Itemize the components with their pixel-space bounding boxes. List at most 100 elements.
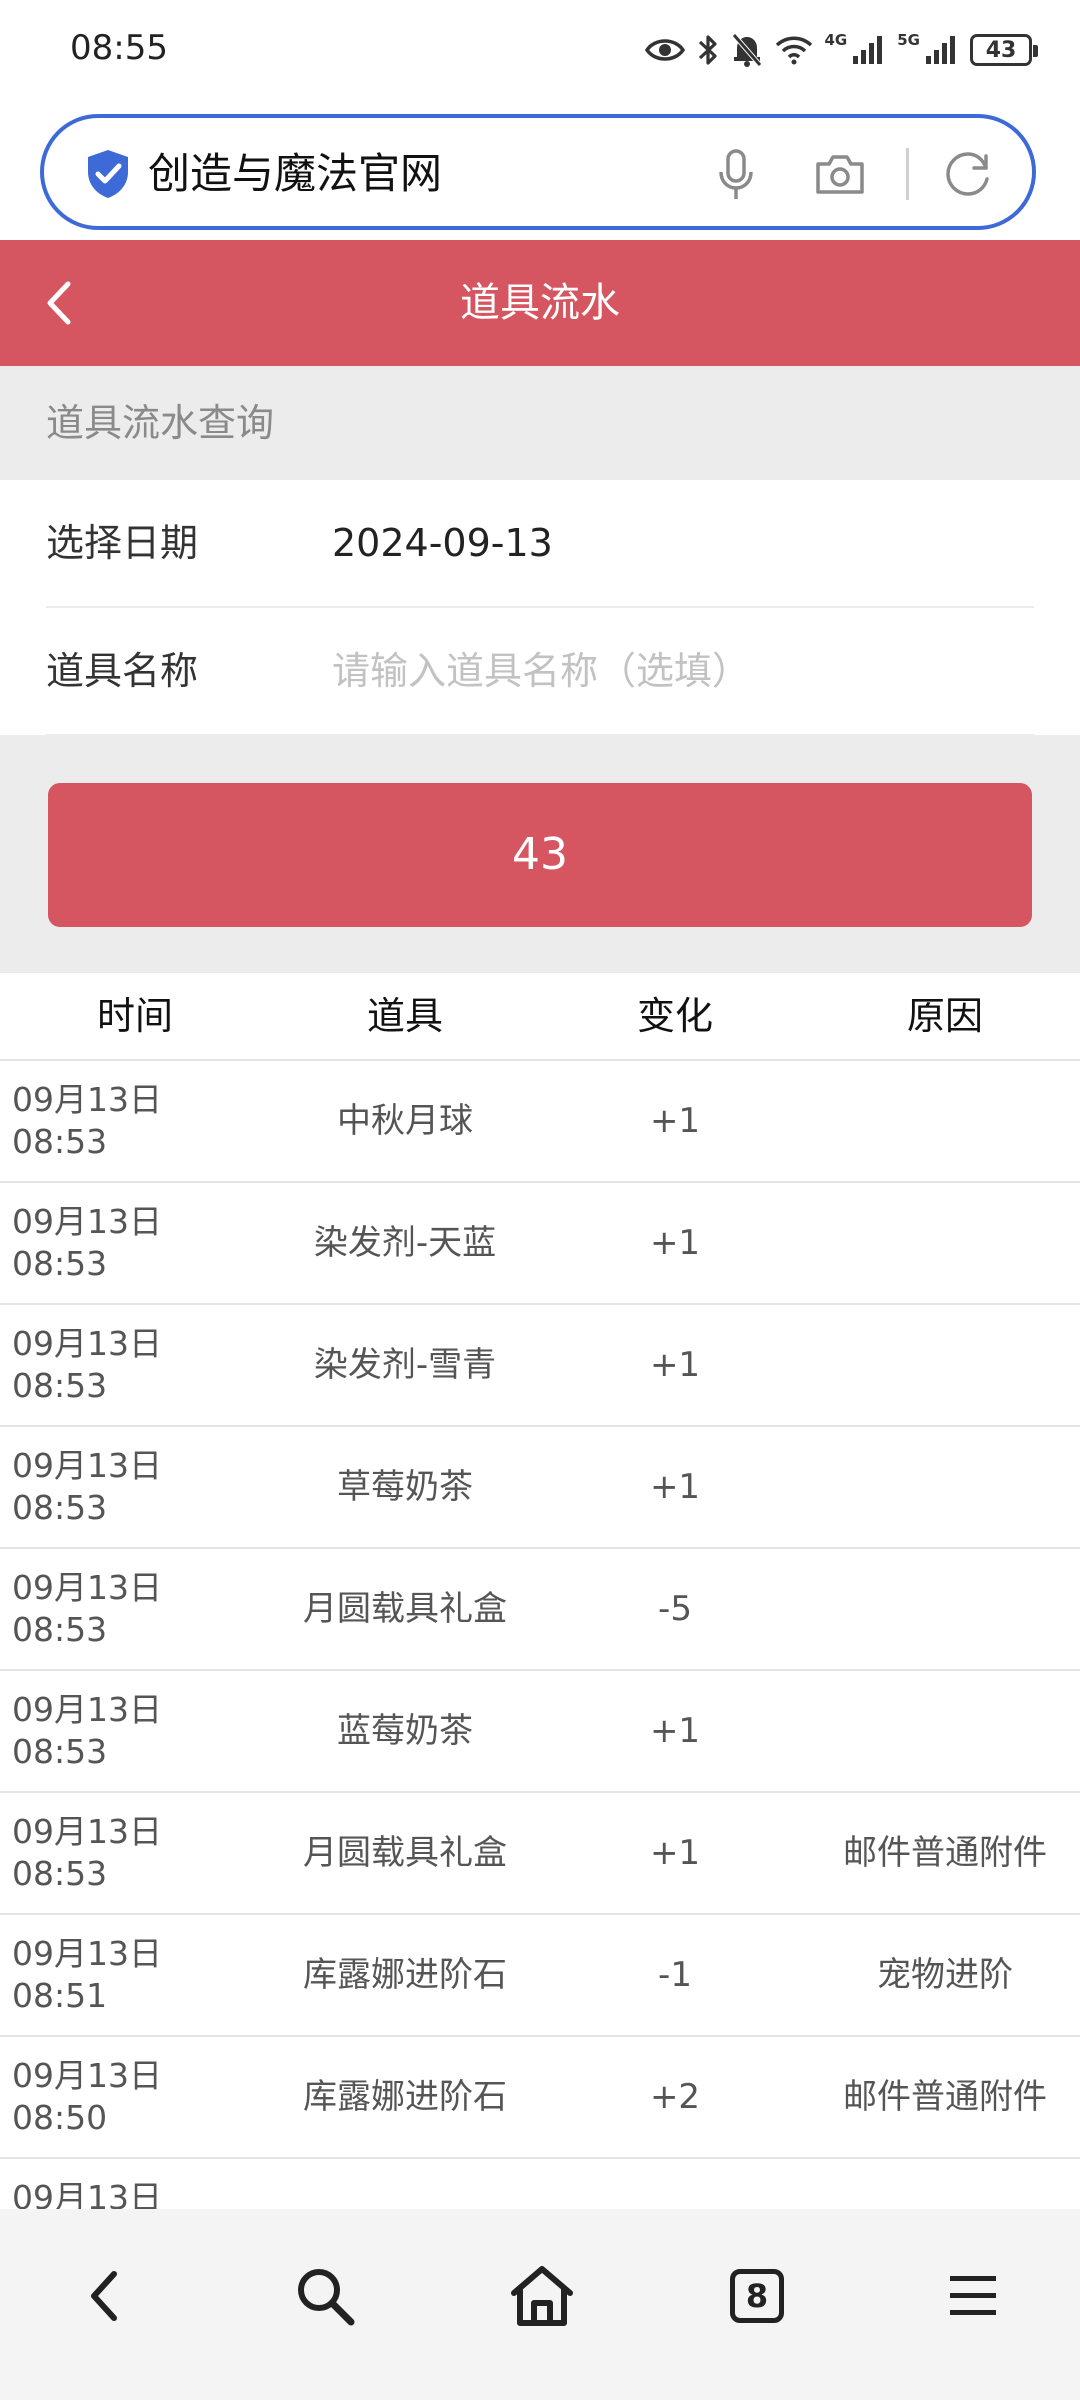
browser-address-area: 创造与魔法官网 — [0, 100, 1080, 240]
camera-icon[interactable] — [814, 152, 866, 196]
table-row: 09月13日 08:53 染发剂-天蓝 +1 — [0, 1183, 1080, 1305]
address-divider — [906, 148, 909, 200]
row-reason — [810, 1061, 1080, 1181]
status-icons: 4G 5G 43 — [644, 28, 1038, 72]
network-5g-label: 5G — [897, 30, 920, 49]
table-row: 09月13日 08:53 中秋月球 +1 — [0, 1061, 1080, 1183]
status-bar: 08:55 4G 5G 43 — [0, 0, 1080, 100]
table-row: 09月13日 08:53 月圆载具礼盒 -5 — [0, 1549, 1080, 1671]
table-row: 09月13日 08:53 草莓奶茶 +1 — [0, 1427, 1080, 1549]
table-row: 09月13日 08:53 蓝莓奶茶 +1 — [0, 1671, 1080, 1793]
query-button-area: 43 — [0, 735, 1080, 973]
signal-icon-1 — [853, 36, 883, 64]
address-title[interactable]: 创造与魔法官网 — [148, 148, 442, 200]
signal-icon-2 — [926, 36, 955, 64]
row-time: 09月13日 08:53 — [12, 1690, 162, 1771]
back-arrow-icon[interactable] — [40, 278, 80, 328]
row-reason — [810, 1427, 1080, 1547]
row-time: 09月13日 08:53 — [12, 1568, 162, 1649]
home-icon — [511, 2266, 573, 2326]
bell-muted-icon — [731, 33, 762, 67]
table-row: 09月13日 08:53 月圆载具礼盒 +1 邮件普通附件 — [0, 1793, 1080, 1915]
table-row: 09月13日 — [0, 2159, 1080, 2209]
row-item: 蓝莓奶茶 — [337, 1711, 473, 1751]
row-change: -1 — [658, 1955, 692, 1995]
row-time: 09月13日 08:51 — [12, 1934, 162, 2015]
eye-icon — [644, 39, 685, 61]
microphone-icon[interactable] — [716, 148, 756, 202]
nav-home-button[interactable] — [497, 2251, 587, 2341]
row-reason — [810, 1305, 1080, 1425]
row-change: +1 — [649, 1345, 701, 1385]
query-section-header: 道具流水查询 — [0, 366, 1080, 480]
status-time: 08:55 — [70, 28, 168, 68]
row-time: 09月13日 08:53 — [12, 1080, 162, 1161]
row-reason — [810, 1549, 1080, 1669]
row-item — [270, 2159, 540, 2209]
refresh-icon[interactable] — [942, 148, 994, 200]
tabs-icon: 8 — [730, 2269, 784, 2323]
row-change: +1 — [649, 1101, 701, 1141]
row-change: +1 — [649, 1833, 701, 1873]
row-change — [540, 2159, 810, 2209]
battery-icon: 43 — [970, 34, 1038, 66]
bluetooth-icon — [698, 35, 717, 65]
row-time: 09月13日 08:50 — [12, 2056, 162, 2137]
row-item: 草莓奶茶 — [337, 1467, 473, 1507]
row-reason: 邮件普通附件 — [843, 2077, 1047, 2117]
query-button[interactable]: 43 — [48, 783, 1032, 927]
network-4g-label: 4G — [824, 30, 848, 49]
table-body[interactable]: 09月13日 08:53 中秋月球 +1 09月13日 08:53 染发剂-天蓝 +… — [0, 1061, 1080, 2209]
table-row: 09月13日 08:53 染发剂-雪青 +1 — [0, 1305, 1080, 1427]
query-section-title: 道具流水查询 — [46, 401, 275, 445]
query-form: 选择日期 2024-09-13 道具名称 — [0, 480, 1080, 736]
menu-icon — [950, 2276, 996, 2315]
row-time: 09月13日 08:53 — [12, 1446, 162, 1527]
address-bar[interactable]: 创造与魔法官网 — [40, 114, 1036, 230]
table-header: 时间 道具 变化 原因 — [0, 973, 1080, 1061]
date-picker[interactable]: 2024-09-13 — [332, 480, 1032, 606]
date-label: 选择日期 — [46, 521, 199, 565]
row-time: 09月13日 — [12, 2178, 162, 2209]
row-time: 09月13日 08:53 — [12, 1812, 162, 1893]
app-header: 道具流水 — [0, 240, 1080, 366]
row-reason: 宠物进阶 — [877, 1955, 1013, 1995]
page-title: 道具流水 — [460, 280, 620, 326]
column-header-item: 道具 — [366, 994, 443, 1038]
row-item: 染发剂-雪青 — [313, 1345, 497, 1385]
date-row[interactable]: 选择日期 2024-09-13 — [46, 480, 1034, 608]
row-change: +2 — [649, 2077, 701, 2117]
wifi-icon — [775, 36, 812, 65]
row-reason — [810, 1183, 1080, 1303]
nav-tabs-button[interactable]: 8 — [712, 2251, 802, 2341]
row-reason — [810, 2159, 1080, 2209]
column-header-change: 变化 — [636, 994, 713, 1038]
row-time: 09月13日 08:53 — [12, 1202, 162, 1283]
search-icon — [298, 2269, 355, 2326]
row-item: 月圆载具礼盒 — [303, 1589, 507, 1629]
row-item: 库露娜进阶石 — [303, 1955, 507, 1995]
row-item: 中秋月球 — [337, 1101, 473, 1141]
row-change: +1 — [649, 1467, 701, 1507]
row-change: -5 — [658, 1589, 692, 1629]
row-reason: 邮件普通附件 — [843, 1833, 1047, 1873]
item-name-row: 道具名称 — [46, 608, 1034, 736]
nav-search-button[interactable] — [280, 2251, 370, 2341]
nav-menu-button[interactable] — [928, 2251, 1018, 2341]
row-change: +1 — [649, 1223, 701, 1263]
column-header-reason: 原因 — [906, 994, 983, 1038]
row-time: 09月13日 08:53 — [12, 1324, 162, 1405]
shield-check-icon — [88, 150, 128, 198]
item-name-input[interactable] — [332, 641, 1032, 701]
back-icon — [91, 2271, 117, 2321]
row-item: 库露娜进阶石 — [303, 2077, 507, 2117]
browser-bottom-nav: 8 — [0, 2209, 1080, 2400]
nav-back-button[interactable] — [60, 2251, 150, 2341]
row-reason — [810, 1671, 1080, 1791]
table-row: 09月13日 08:51 库露娜进阶石 -1 宠物进阶 — [0, 1915, 1080, 2037]
item-name-label: 道具名称 — [46, 649, 199, 693]
row-change: +1 — [649, 1711, 701, 1751]
column-header-time: 时间 — [96, 994, 173, 1038]
row-item: 染发剂-天蓝 — [313, 1223, 497, 1263]
row-item: 月圆载具礼盒 — [303, 1833, 507, 1873]
